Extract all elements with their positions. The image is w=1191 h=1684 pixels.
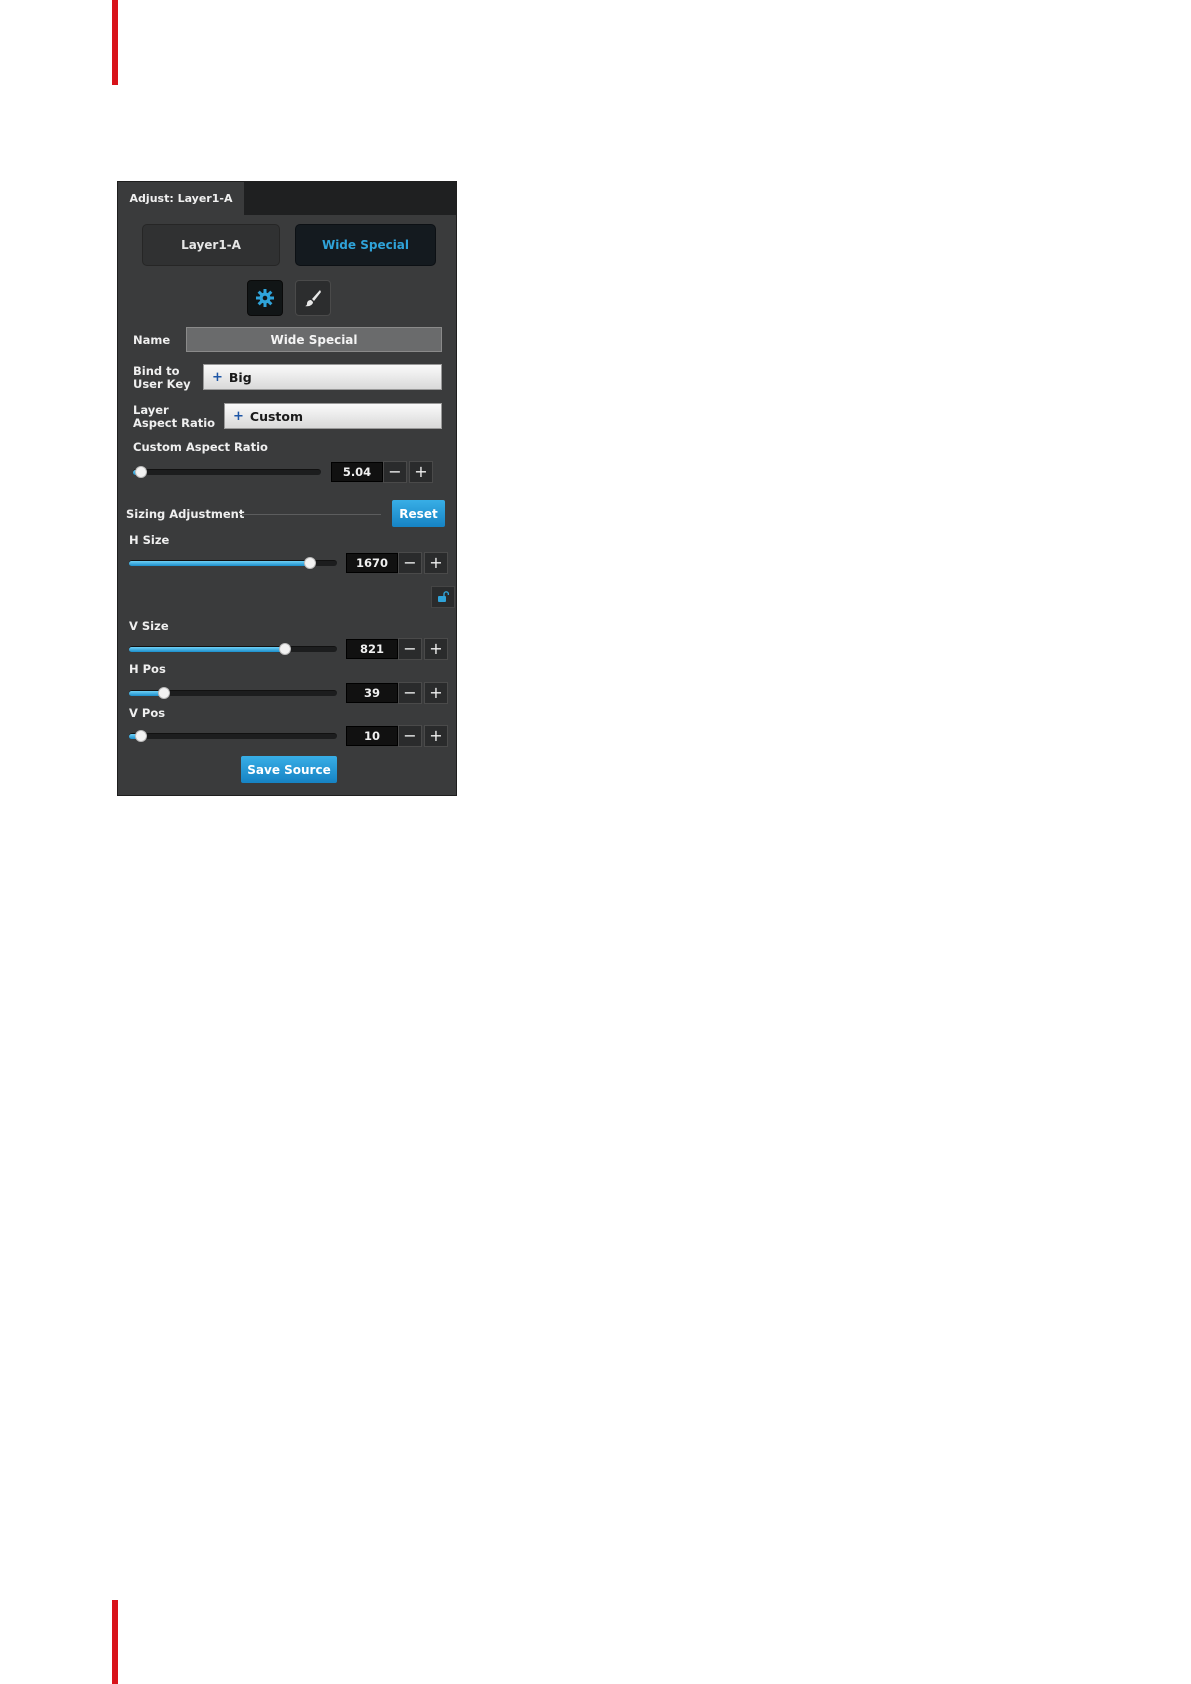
custom-aspect-decrement[interactable]: − xyxy=(383,461,407,483)
h-size-value[interactable]: 1670 xyxy=(346,553,398,573)
name-field[interactable]: Wide Special xyxy=(186,327,442,352)
v-pos-label: V Pos xyxy=(129,706,166,720)
unlock-icon xyxy=(438,591,449,602)
v-pos-increment[interactable]: + xyxy=(424,725,448,747)
v-size-decrement[interactable]: − xyxy=(398,638,422,660)
slider-thumb[interactable] xyxy=(158,687,171,699)
appearance-button[interactable] xyxy=(295,280,331,316)
h-size-increment[interactable]: + xyxy=(424,552,448,574)
h-pos-value[interactable]: 39 xyxy=(346,683,398,703)
page-accent-bar-top xyxy=(112,0,118,85)
brush-icon xyxy=(305,290,321,307)
custom-aspect-increment[interactable]: + xyxy=(409,461,433,483)
user-key-select[interactable]: + Big xyxy=(203,364,442,390)
plus-icon: + xyxy=(233,408,244,424)
v-size-increment[interactable]: + xyxy=(424,638,448,660)
layer-aspect-ratio-label: Layer Aspect Ratio xyxy=(133,404,215,430)
h-pos-label: H Pos xyxy=(129,662,166,676)
section-divider xyxy=(239,514,381,515)
user-key-value: Big xyxy=(228,369,252,385)
custom-aspect-value[interactable]: 5.04 xyxy=(331,462,383,482)
bind-label-line-2: User Key xyxy=(133,377,191,391)
h-pos-increment[interactable]: + xyxy=(424,682,448,704)
slider-fill xyxy=(129,561,310,566)
h-size-slider[interactable] xyxy=(129,557,337,569)
h-pos-slider[interactable] xyxy=(129,687,337,699)
h-pos-decrement[interactable]: − xyxy=(398,682,422,704)
settings-button[interactable] xyxy=(247,280,283,316)
gear-icon xyxy=(256,289,274,307)
v-size-slider[interactable] xyxy=(129,643,337,655)
segment-source[interactable]: Wide Special xyxy=(295,224,436,266)
custom-aspect-slider[interactable] xyxy=(133,466,321,478)
slider-fill xyxy=(129,647,285,652)
name-label: Name xyxy=(133,333,171,347)
slider-thumb[interactable] xyxy=(135,730,148,742)
plus-icon: + xyxy=(212,369,223,385)
slider-thumb[interactable] xyxy=(279,643,291,655)
adjust-panel: Adjust: Layer1-A Layer1-A Wide Special N xyxy=(117,181,457,796)
custom-aspect-label: Custom Aspect Ratio xyxy=(133,440,268,454)
aspect-ratio-value: Custom xyxy=(249,408,304,424)
page-accent-bar-bottom xyxy=(112,1600,118,1684)
slider-thumb[interactable] xyxy=(134,466,147,478)
v-size-value[interactable]: 821 xyxy=(346,639,398,659)
save-source-button[interactable]: Save Source xyxy=(241,756,337,783)
h-size-label: H Size xyxy=(129,533,170,547)
v-pos-decrement[interactable]: − xyxy=(398,725,422,747)
tab-strip: Adjust: Layer1-A xyxy=(118,182,456,215)
tab-adjust-layer[interactable]: Adjust: Layer1-A xyxy=(118,182,244,215)
v-pos-slider[interactable] xyxy=(129,730,337,742)
segment-layer[interactable]: Layer1-A xyxy=(142,224,280,266)
v-size-label: V Size xyxy=(129,619,169,633)
h-size-decrement[interactable]: − xyxy=(398,552,422,574)
bind-user-key-label: Bind to User Key xyxy=(133,365,191,391)
aspect-lock-toggle[interactable] xyxy=(431,586,455,608)
reset-button[interactable]: Reset xyxy=(392,500,445,527)
slider-thumb[interactable] xyxy=(303,557,316,569)
sizing-adjustment-title: Sizing Adjustment xyxy=(126,507,245,521)
aspect-ratio-select[interactable]: + Custom xyxy=(224,403,442,429)
aspect-label-line-2: Aspect Ratio xyxy=(133,416,216,430)
v-pos-value[interactable]: 10 xyxy=(346,726,398,746)
